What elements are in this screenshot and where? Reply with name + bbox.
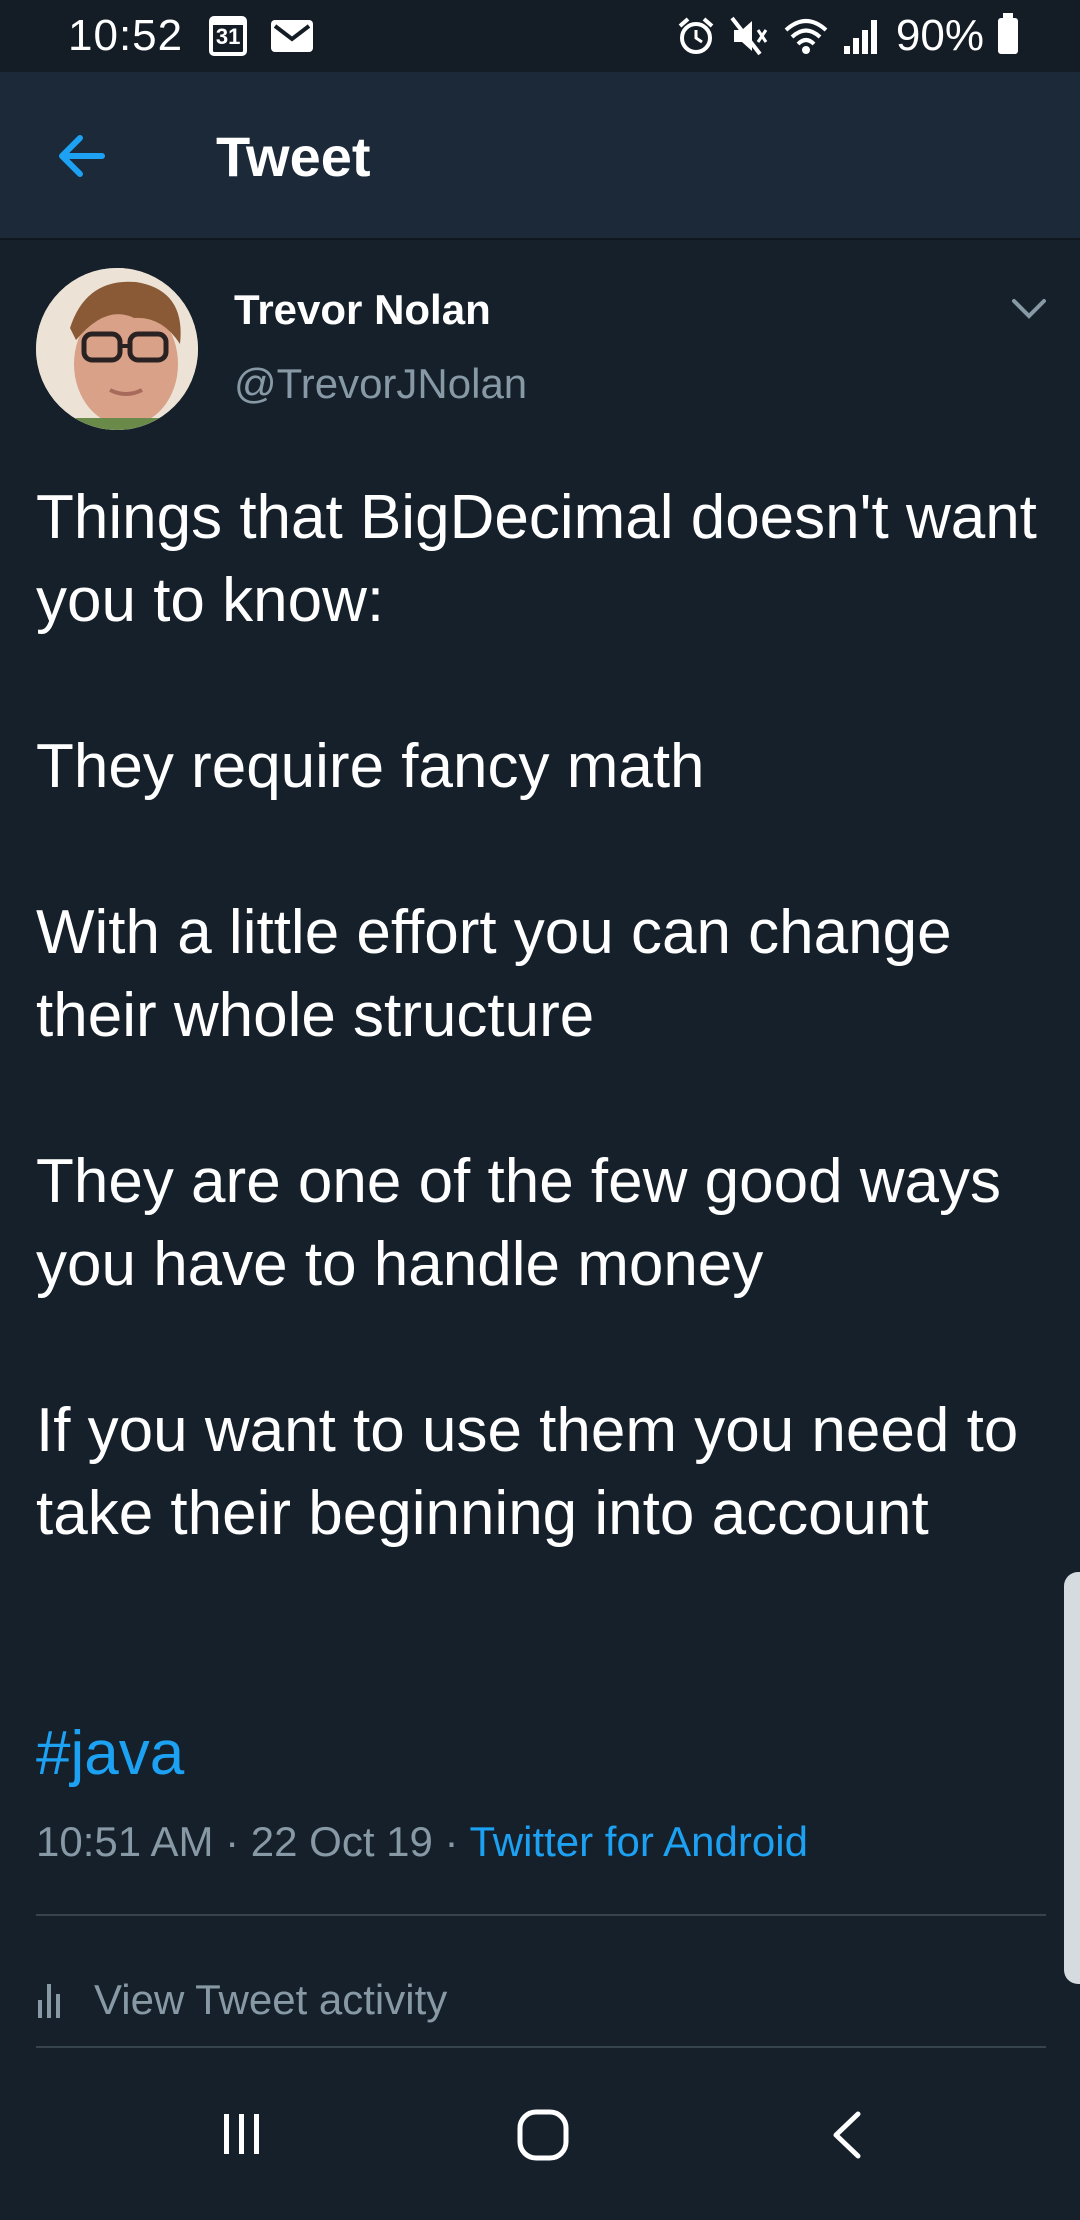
tweet-meta: 10:51 AM · 22 Oct 19 · Twitter for Andro… [36, 1818, 808, 1866]
tweet-paragraph: Things that BigDecimal doesn't want you … [36, 483, 1037, 635]
status-bar: 10:52 31 90% [0, 0, 1080, 72]
app-bar: Tweet [0, 72, 1080, 240]
system-nav-bar [0, 2064, 1080, 2220]
user-name[interactable]: Trevor Nolan [234, 286, 491, 334]
recents-icon[interactable] [218, 2108, 266, 2160]
calendar-day: 31 [215, 24, 241, 49]
calendar-icon: 31 [209, 16, 248, 56]
tweet-paragraph: With a little effort you can change thei… [36, 898, 952, 1050]
divider [36, 2046, 1046, 2048]
hashtag-link[interactable]: #java [36, 1718, 184, 1789]
divider [36, 1914, 1046, 1916]
tweet-timestamp: 10:51 AM · 22 Oct 19 · [36, 1818, 470, 1865]
status-time: 10:52 [68, 11, 184, 60]
mail-icon [271, 20, 314, 52]
view-tweet-activity-label: View Tweet activity [94, 1976, 448, 2023]
home-icon[interactable] [516, 2108, 570, 2162]
mute-icon [730, 16, 768, 56]
status-icons: 90% [676, 11, 1018, 61]
stats-icon [38, 1984, 60, 2018]
tweet-paragraph: They require fancy math [36, 732, 705, 801]
back-icon[interactable] [826, 2108, 866, 2162]
battery-percent: 90% [895, 11, 984, 60]
signal-icon [843, 20, 877, 54]
battery-icon [998, 13, 1018, 54]
avatar[interactable] [36, 268, 198, 430]
tweet-paragraph: If you want to use them you need to take… [36, 1396, 1019, 1548]
scrollbar-handle[interactable] [1064, 1572, 1080, 1984]
chevron-down-icon[interactable] [1010, 296, 1048, 322]
user-handle[interactable]: @TrevorJNolan [234, 360, 527, 408]
avatar-image [36, 268, 198, 430]
tweet-source-link[interactable]: Twitter for Android [469, 1818, 807, 1865]
page-title: Tweet [216, 125, 371, 188]
view-tweet-activity-button[interactable]: View Tweet activity [36, 1940, 1046, 2060]
tweet-text: Things that BigDecimal doesn't want you … [36, 476, 1046, 1638]
wifi-icon [784, 19, 828, 54]
alarm-icon [678, 17, 714, 54]
tweet-paragraph: They are one of the few good ways you ha… [36, 1147, 1002, 1299]
back-arrow-icon[interactable] [52, 126, 112, 186]
